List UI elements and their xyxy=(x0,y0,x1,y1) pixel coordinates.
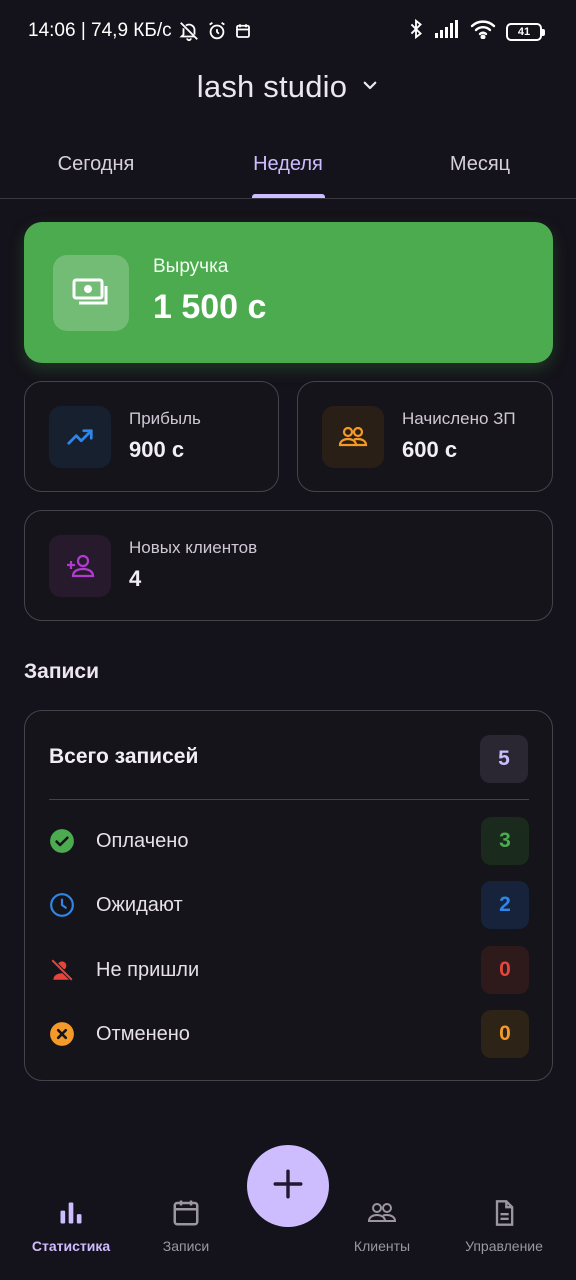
salary-label: Начислено ЗП xyxy=(402,409,516,428)
status-right: 41 xyxy=(408,18,545,45)
nav-label: Клиенты xyxy=(353,1238,411,1254)
clock-icon xyxy=(49,892,75,918)
calendar-icon xyxy=(169,1196,203,1230)
bottom-nav: Статистика Записи Клиенты Управление xyxy=(0,1196,576,1280)
cash-icon xyxy=(53,255,129,331)
nav-management[interactable]: Управление xyxy=(452,1196,556,1266)
revenue-value: 1 500 с xyxy=(153,288,267,326)
bluetooth-icon xyxy=(408,18,424,45)
status-time-speed: 14:06 | 74,9 КБ/с xyxy=(28,20,172,41)
records-card: Всего записей 5 Оплачено 3 Ожидают 2 Не … xyxy=(24,710,553,1081)
battery-icon: 41 xyxy=(506,22,545,41)
record-label: Оплачено xyxy=(96,830,189,852)
document-icon xyxy=(487,1196,521,1230)
salary-value: 600 с xyxy=(402,437,458,462)
record-count: 0 xyxy=(481,946,529,994)
new-clients-label: Новых клиентов xyxy=(129,538,258,557)
tab-week[interactable]: Неделя xyxy=(192,130,384,198)
chevron-down-icon xyxy=(361,76,379,99)
record-row-cancelled[interactable]: Отменено 0 xyxy=(49,1010,529,1058)
nav-clients[interactable]: Клиенты xyxy=(336,1196,428,1266)
record-count: 0 xyxy=(481,1010,529,1058)
nav-label: Записи xyxy=(162,1238,210,1254)
check-circle-icon xyxy=(49,828,75,854)
person-off-icon xyxy=(49,957,75,983)
person-add-icon xyxy=(49,535,111,597)
tab-label: Месяц xyxy=(449,152,511,175)
tab-indicator xyxy=(252,194,325,198)
profit-card[interactable]: Прибыль 900 с xyxy=(24,381,279,492)
profit-value: 900 с xyxy=(129,437,185,462)
new-clients-value: 4 xyxy=(129,566,142,591)
status-bar: 14:06 | 74,9 КБ/с 41 xyxy=(0,0,576,62)
nav-records[interactable]: Записи xyxy=(145,1196,227,1266)
salary-card[interactable]: Начислено ЗП 600 с xyxy=(297,381,553,492)
signal-icon xyxy=(434,19,460,44)
alarm-icon xyxy=(206,20,228,42)
nav-label: Управление xyxy=(465,1238,543,1254)
bar-chart-icon xyxy=(54,1196,88,1230)
profit-label: Прибыль xyxy=(129,409,201,428)
divider xyxy=(49,799,529,800)
cancel-circle-icon xyxy=(49,1021,75,1047)
nav-label: Статистика xyxy=(31,1238,111,1254)
record-row-no-show[interactable]: Не пришли 0 xyxy=(49,946,529,994)
record-label: Отменено xyxy=(96,1023,190,1045)
revenue-card[interactable]: Выручка 1 500 с xyxy=(24,222,553,363)
wifi-icon xyxy=(470,19,496,44)
tab-today[interactable]: Сегодня xyxy=(0,130,192,198)
studio-selector[interactable]: lash studio xyxy=(0,64,576,110)
status-left: 14:06 | 74,9 КБ/с xyxy=(28,20,252,42)
record-row-paid[interactable]: Оплачено 3 xyxy=(49,817,529,865)
new-clients-card[interactable]: Новых клиентов 4 xyxy=(24,510,553,621)
nav-statistics[interactable]: Статистика xyxy=(20,1196,122,1266)
tab-label: Неделя xyxy=(253,152,323,175)
trending-up-icon xyxy=(49,406,111,468)
calendar-icon xyxy=(234,22,252,40)
record-label: Не пришли xyxy=(96,959,200,981)
record-count: 2 xyxy=(481,881,529,929)
tab-label: Сегодня xyxy=(57,152,135,175)
period-tabs: Сегодня Неделя Месяц xyxy=(0,130,576,199)
studio-title: lash studio xyxy=(196,69,348,104)
group-icon xyxy=(365,1196,399,1230)
revenue-label: Выручка xyxy=(153,256,229,277)
group-icon xyxy=(322,406,384,468)
record-row-waiting[interactable]: Ожидают 2 xyxy=(49,881,529,929)
record-count: 3 xyxy=(481,817,529,865)
tab-month[interactable]: Месяц xyxy=(384,130,576,198)
records-total-count: 5 xyxy=(480,735,528,783)
record-label: Ожидают xyxy=(96,894,183,916)
records-total-label: Всего записей xyxy=(49,745,199,768)
records-section-title: Записи xyxy=(24,660,100,683)
bell-off-icon xyxy=(178,20,200,42)
